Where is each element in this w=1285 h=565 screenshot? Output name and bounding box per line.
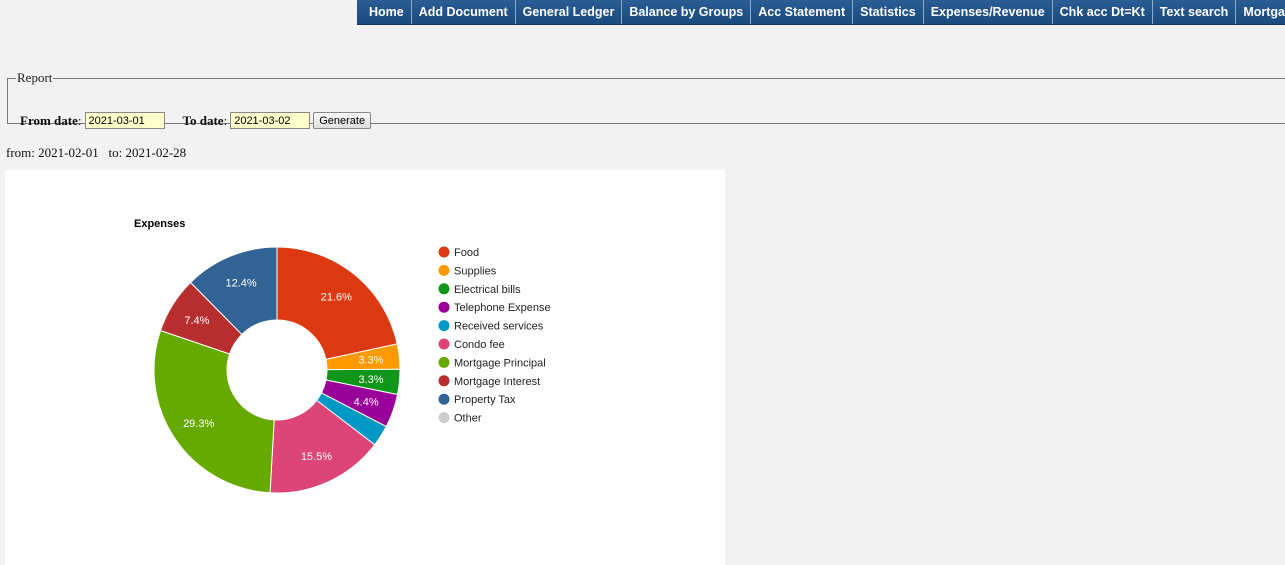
nav-acc-statement[interactable]: Acc Statement [750, 0, 852, 24]
nav-add-document[interactable]: Add Document [410, 0, 515, 24]
legend-swatch-received-services [438, 320, 450, 332]
generate-button[interactable]: Generate [313, 112, 372, 129]
legend-swatch-mortgage-interest [438, 375, 450, 387]
report-fieldset: Report From date: To date: Generate [7, 70, 1285, 129]
legend-swatch-electrical-bills [438, 283, 450, 295]
legend-label-electrical-bills[interactable]: Electrical bills [454, 284, 521, 296]
from-date-input[interactable] [84, 112, 165, 129]
slice-label-supplies: 3.3% [358, 355, 383, 367]
to-date-label: To date: [182, 112, 228, 128]
nav-balance-by-groups[interactable]: Balance by Groups [621, 0, 750, 24]
legend-label-property-tax[interactable]: Property Tax [454, 394, 516, 406]
nav-chk-acc[interactable]: Chk acc Dt=Kt [1051, 0, 1152, 24]
nav-general-ledger[interactable]: General Ledger [514, 0, 622, 24]
slice-label-mortgage-interest: 7.4% [184, 315, 209, 327]
legend-swatch-other [438, 412, 450, 424]
top-nav-bar: Home Add Document General Ledger Balance… [357, 0, 1285, 25]
to-date-input[interactable] [230, 112, 311, 129]
nav-expenses-revenue[interactable]: Expenses/Revenue [922, 0, 1052, 24]
nav-home[interactable]: Home [357, 0, 411, 24]
legend-label-received-services[interactable]: Received services [454, 321, 544, 333]
report-form: From date: To date: Generate [20, 112, 372, 129]
legend-swatch-telephone-expense [438, 301, 450, 313]
slice-label-telephone-expense: 4.4% [354, 396, 379, 408]
chart-title: Expenses [134, 218, 185, 230]
legend-label-other[interactable]: Other [454, 413, 482, 425]
legend-label-supplies[interactable]: Supplies [454, 265, 497, 277]
chart-svg: Expenses 21.6% 3.3% 3.3% 4.4% 15.5% 29.3% 7.4%… [134, 218, 551, 494]
legend-label-condo-fee[interactable]: Condo fee [454, 339, 505, 351]
legend-label-telephone-expense[interactable]: Telephone Expense [454, 302, 551, 314]
legend-swatch-supplies [438, 264, 450, 276]
legend-label-mortgage-principal[interactable]: Mortgage Principal [454, 357, 546, 369]
nav-statistics[interactable]: Statistics [852, 0, 923, 24]
nav-text-search[interactable]: Text search [1151, 0, 1236, 24]
chart-legend: Food Supplies Electrical bills Telephone Ex… [438, 246, 551, 425]
legend-label-food[interactable]: Food [454, 247, 479, 259]
legend-label-mortgage-interest[interactable]: Mortgage Interest [454, 376, 540, 388]
slice-label-condo-fee: 15.5% [301, 451, 332, 463]
slice-label-mortgage-principal: 29.3% [183, 418, 214, 430]
pie-slice-mortgage-principal[interactable] [153, 329, 275, 494]
nav-mortgage[interactable]: Mortgage [1235, 0, 1285, 24]
legend-swatch-food [438, 246, 450, 258]
from-date-label: From date: [20, 112, 82, 128]
legend-swatch-property-tax [438, 393, 450, 405]
legend-swatch-condo-fee [438, 338, 450, 350]
slice-label-electrical-bills: 3.3% [359, 374, 384, 386]
report-legend: Report [17, 70, 53, 85]
date-range-text: from: 2021-02-01 to: 2021-02-28 [6, 145, 187, 160]
expenses-chart: Expenses 21.6% 3.3% 3.3% 4.4% 15.5% 29.3% 7.4%… [5, 170, 725, 565]
pie-slices [153, 246, 401, 494]
slice-label-food: 21.6% [321, 291, 352, 303]
legend-swatch-mortgage-principal [438, 356, 450, 368]
slice-label-property-tax: 12.4% [226, 278, 257, 290]
